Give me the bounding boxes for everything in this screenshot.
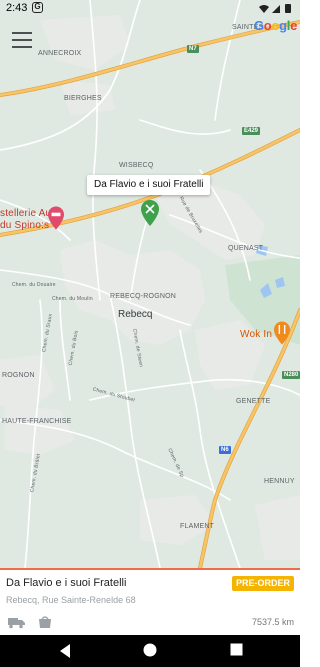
restaurant-name[interactable]: Da Flavio e i suoi Fratelli [6,577,126,589]
map-view[interactable]: ANNECROIX BIERGHES WISBECQ SAINTES stell… [0,0,300,568]
road-badge-n280: N280 [282,371,300,379]
selected-restaurant-label[interactable]: Da Flavio e i suoi Fratelli [87,175,211,195]
status-time: 2:43 [6,2,28,14]
place-label: ANNECROIX [38,50,82,57]
road-label: Chem. du Moulin [52,296,93,302]
status-icons [259,4,291,13]
road-badge-e429: E429 [242,127,261,135]
place-label: BIERGHES [64,95,102,102]
road-badge-n7: N7 [187,45,199,53]
restaurant-pin-icon[interactable] [141,200,159,226]
service-icons [8,616,51,629]
place-label: stellerie Au [0,208,52,219]
place-label: HENNUY [264,478,295,485]
place-label: GENETTE [236,398,271,405]
back-icon[interactable] [58,643,72,659]
place-label: HAUTE-FRANCHISE [2,418,72,425]
signal-icon [272,5,280,13]
place-label: du Spino:s [0,220,50,231]
google-attribution: Google [253,18,297,33]
wifi-icon [259,5,269,13]
hamburger-menu-icon[interactable] [12,32,32,48]
place-label: QUENAST [228,245,264,252]
home-icon[interactable] [143,643,157,657]
road-badge-n6: N6 [219,446,231,454]
place-label: Rebecq [118,309,153,320]
food-pin-icon[interactable] [274,321,290,345]
place-label: ROGNON [2,372,35,379]
system-nav-bar [0,635,300,667]
place-label: FLAMENT [180,523,215,530]
place-label: REBECQ-ROGNON [110,293,176,300]
distance-text: 7537.5 km [251,617,294,627]
g-badge-icon: G [32,2,43,13]
restaurant-card[interactable]: Da Flavio e i suoi Fratelli Rebecq, Rue … [0,568,300,635]
battery-icon [285,4,291,13]
hotel-pin-icon[interactable] [48,206,64,230]
status-bar: 2:43 G [0,0,300,18]
preorder-button[interactable]: PRE-ORDER [231,576,294,591]
place-label: Wok In [240,329,273,340]
delivery-truck-icon [8,618,25,629]
road-label: Chem. du Douaire [12,282,56,288]
takeaway-bag-icon [39,616,51,628]
place-label: WISBECQ [119,162,154,169]
restaurant-address: Rebecq, Rue Sainte-Renelde 68 [6,595,136,605]
recents-icon[interactable] [230,643,243,656]
